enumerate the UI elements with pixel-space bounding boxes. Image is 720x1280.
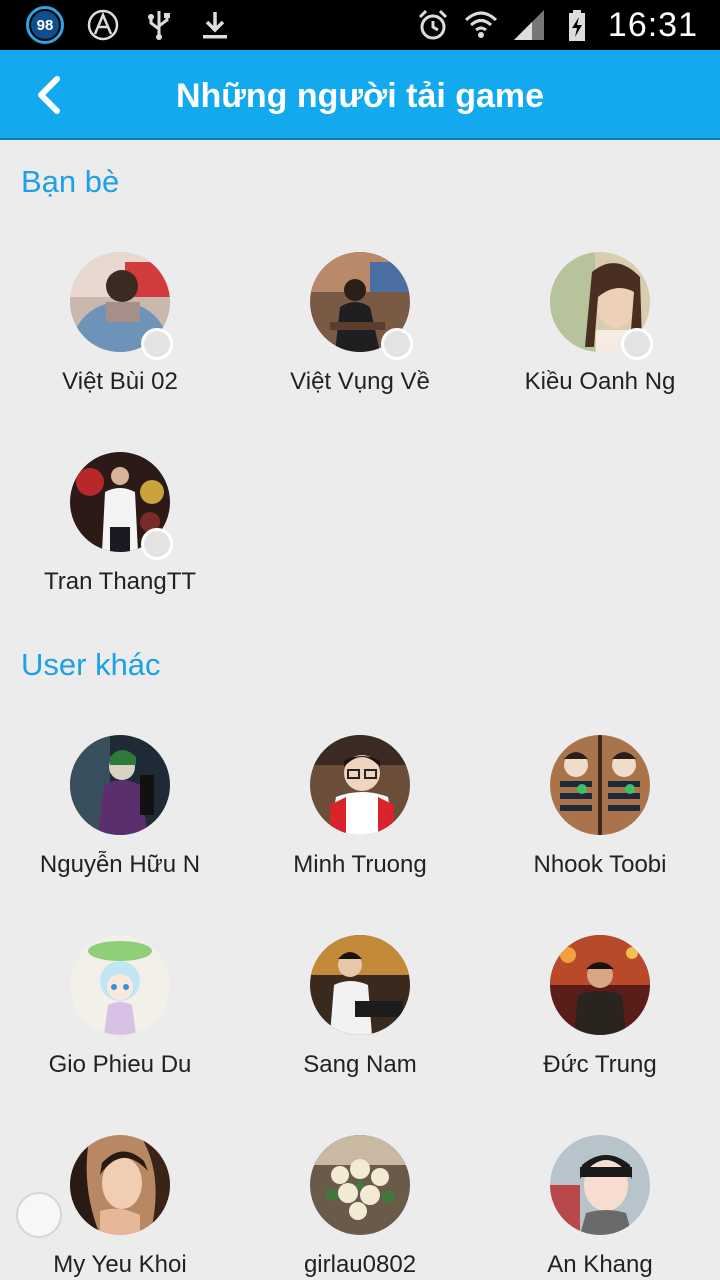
user-name: Sang Nam	[303, 1051, 417, 1078]
user-item[interactable]: Minh Truong	[240, 735, 480, 905]
user-name: Việt Bùi 02	[62, 368, 178, 395]
avatar	[550, 1135, 650, 1235]
user-name: Minh Truong	[293, 851, 427, 878]
user-name: Tran ThangTT	[43, 568, 197, 595]
alarm-icon	[418, 9, 447, 40]
user-name: Việt Vụng Về	[290, 368, 430, 395]
avatar	[310, 935, 410, 1035]
section-header-others: User khác	[21, 647, 161, 682]
app-bar: Những người tải game	[0, 50, 720, 140]
signal-icon	[513, 10, 544, 40]
download-icon	[203, 12, 227, 39]
friend-item[interactable]: Kiều Oanh Ng	[480, 252, 720, 422]
chevron-left-icon	[38, 76, 60, 114]
section-header-friends: Bạn bè	[21, 164, 120, 199]
floating-assistive-button[interactable]	[16, 1192, 62, 1238]
battery-badge-value: 98	[31, 11, 59, 39]
usb-icon	[148, 11, 170, 40]
user-item[interactable]: Nguyễn Hữu N	[0, 735, 240, 905]
page-title: Những người tải game	[175, 77, 545, 115]
status-bar-left: 98	[26, 6, 232, 44]
clock: 16:31	[607, 5, 698, 44]
avatar	[70, 1135, 170, 1235]
avatar	[310, 1135, 410, 1235]
back-button[interactable]	[18, 65, 78, 125]
avatar	[550, 735, 650, 835]
wifi-icon	[464, 11, 497, 38]
user-item[interactable]: Gio Phieu Du	[0, 935, 240, 1105]
presence-indicator	[141, 528, 173, 560]
user-item[interactable]: Sang Nam	[240, 935, 480, 1105]
user-item[interactable]: girlau0802	[240, 1135, 480, 1280]
presence-indicator	[141, 328, 173, 360]
presence-indicator	[381, 328, 413, 360]
status-bar: 98 16:31	[0, 0, 720, 50]
avatar	[310, 735, 410, 835]
user-name: My Yeu Khoi	[53, 1251, 187, 1278]
user-item[interactable]: Nhook Toobi	[480, 735, 720, 905]
friend-item[interactable]: Tran ThangTT	[0, 452, 240, 622]
user-name: Gio Phieu Du	[48, 1051, 192, 1078]
user-name: Đức Trung	[543, 1051, 657, 1078]
user-item[interactable]: Đức Trung	[480, 935, 720, 1105]
navigation-app-icon	[87, 9, 119, 41]
avatar	[70, 935, 170, 1035]
presence-indicator	[621, 328, 653, 360]
battery-icon	[568, 10, 585, 41]
user-name: Nhook Toobi	[533, 851, 667, 878]
user-name: An Khang	[547, 1251, 653, 1278]
user-item[interactable]: An Khang	[480, 1135, 720, 1280]
status-bar-right: 16:31	[416, 4, 698, 46]
user-name: Kiều Oanh Ng	[524, 368, 676, 395]
avatar	[550, 935, 650, 1035]
friend-item[interactable]: Việt Bùi 02	[0, 252, 240, 422]
battery-badge-icon: 98	[26, 6, 64, 44]
friend-item[interactable]: Việt Vụng Về	[240, 252, 480, 422]
user-name: Nguyễn Hữu N	[39, 851, 201, 878]
avatar	[70, 735, 170, 835]
user-name: girlau0802	[303, 1251, 417, 1278]
